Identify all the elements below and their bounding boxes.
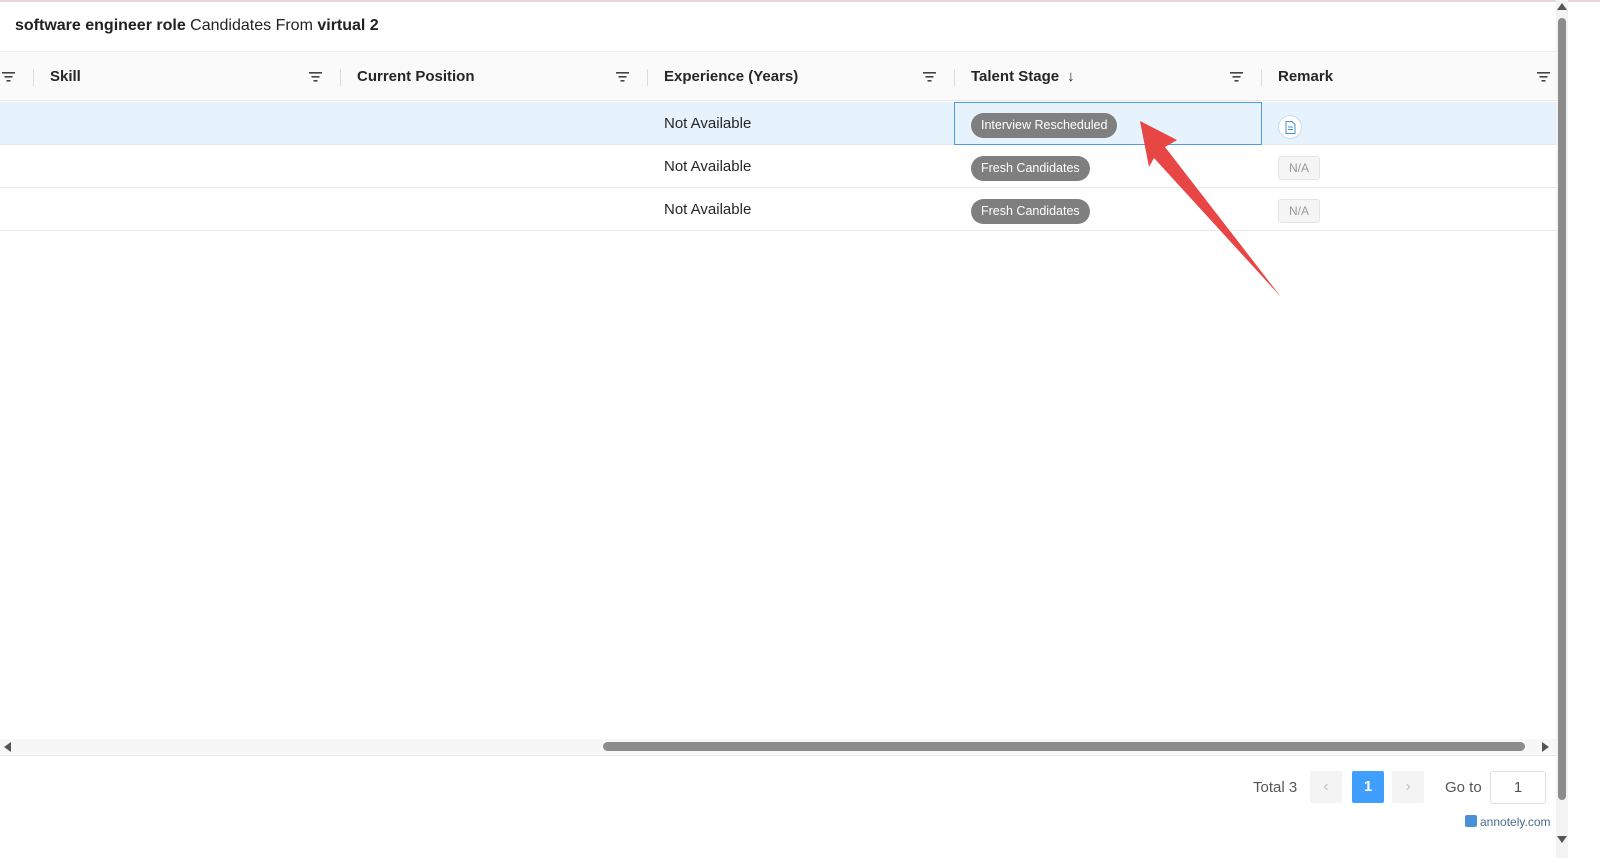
filter-icon[interactable]	[309, 71, 322, 83]
table-header: Skill Current Position Experience (Years…	[0, 51, 1556, 101]
title-role: software engineer role	[15, 17, 186, 34]
next-page-button[interactable]: ›	[1392, 771, 1424, 803]
scroll-right-arrow-icon[interactable]	[1542, 742, 1549, 752]
column-header-talent-stage[interactable]: Talent Stage ↓	[971, 52, 1075, 102]
watermark-text: annotely.com	[1480, 815, 1551, 829]
column-header-experience[interactable]: Experience (Years)	[664, 52, 798, 102]
document-icon	[1285, 121, 1296, 134]
pagination-total: Total 3	[1253, 779, 1298, 796]
table-row[interactable]: Not Available Fresh Candidates N/A	[0, 145, 1556, 188]
column-header-remark[interactable]: Remark	[1278, 52, 1333, 102]
top-border	[0, 0, 1600, 2]
horizontal-scroll-thumb[interactable]	[603, 742, 1525, 751]
page-title: software engineer role Candidates From v…	[15, 17, 379, 35]
filter-icon[interactable]	[2, 71, 15, 83]
talent-stage-tag[interactable]: Fresh Candidates	[971, 199, 1090, 224]
annotely-logo-icon	[1465, 815, 1477, 827]
sort-descending-icon[interactable]: ↓	[1067, 52, 1075, 102]
divider	[0, 755, 1556, 756]
filter-icon[interactable]	[1230, 71, 1243, 83]
filter-icon[interactable]	[1537, 71, 1550, 83]
column-header-current-position[interactable]: Current Position	[357, 52, 475, 102]
filter-icon[interactable]	[923, 71, 936, 83]
scroll-left-arrow-icon[interactable]	[4, 742, 11, 752]
vertical-scroll-thumb[interactable]	[1558, 18, 1566, 800]
column-separator[interactable]	[33, 69, 34, 86]
cell-experience[interactable]: Not Available	[664, 102, 751, 145]
remark-na-badge: N/A	[1278, 199, 1320, 223]
title-source: virtual 2	[317, 17, 379, 34]
talent-stage-tag[interactable]: Interview Rescheduled	[971, 113, 1118, 138]
cell-experience[interactable]: Not Available	[664, 145, 751, 188]
column-separator[interactable]	[647, 69, 648, 86]
remark-document-button[interactable]	[1278, 115, 1302, 139]
table-row[interactable]: Not Available Fresh Candidates N/A	[0, 188, 1556, 231]
goto-page-input[interactable]	[1490, 771, 1546, 804]
column-separator[interactable]	[1261, 69, 1262, 86]
column-header-skill[interactable]: Skill	[50, 52, 81, 102]
cell-experience[interactable]: Not Available	[664, 188, 751, 231]
candidates-table: Skill Current Position Experience (Years…	[0, 51, 1556, 751]
horizontal-scrollbar[interactable]	[0, 739, 1556, 754]
page-number-button[interactable]: 1	[1352, 771, 1384, 803]
talent-stage-label: Talent Stage	[971, 68, 1060, 85]
remark-na-badge: N/A	[1278, 156, 1320, 180]
scroll-down-arrow-icon[interactable]	[1557, 836, 1567, 843]
vertical-scrollbar[interactable]	[1556, 0, 1568, 858]
scroll-up-arrow-icon[interactable]	[1557, 3, 1567, 10]
goto-label: Go to	[1445, 779, 1482, 796]
table-row[interactable]: Not Available Interview Rescheduled	[0, 102, 1556, 145]
filter-icon[interactable]	[616, 71, 629, 83]
talent-stage-tag[interactable]: Fresh Candidates	[971, 156, 1090, 181]
prev-page-button[interactable]: ‹	[1310, 771, 1342, 803]
title-middle: Candidates From	[190, 17, 313, 34]
column-separator[interactable]	[954, 69, 955, 86]
column-separator[interactable]	[340, 69, 341, 86]
watermark: annotely.com	[1465, 815, 1550, 829]
